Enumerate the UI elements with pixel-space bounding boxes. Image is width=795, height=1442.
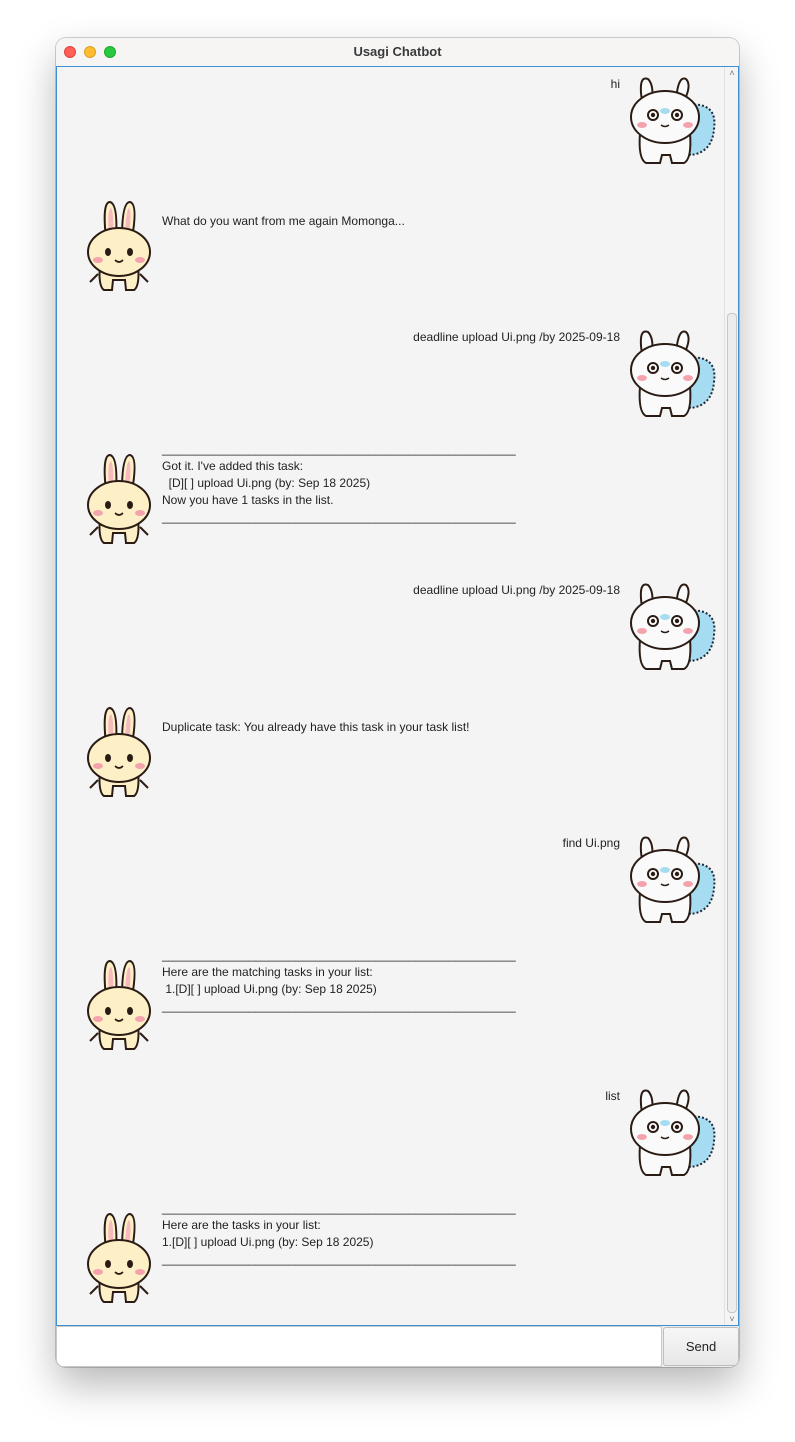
- bot-message-text: ________________________________________…: [162, 1200, 516, 1266]
- momonga-avatar-icon: [620, 71, 720, 167]
- scroll-up-arrow-icon[interactable]: ˄: [726, 67, 738, 79]
- message-input[interactable]: [56, 1326, 662, 1367]
- user-message-text: hi: [610, 77, 620, 91]
- bot-dialog-row: What do you want from me again Momonga..…: [57, 198, 724, 294]
- usagi-avatar-icon: [71, 451, 171, 547]
- momonga-avatar-icon: [620, 577, 720, 673]
- usagi-avatar-icon: [71, 957, 171, 1053]
- window-title: Usagi Chatbot: [353, 44, 442, 59]
- title-bar: Usagi Chatbot: [56, 38, 739, 67]
- bot-message-text: What do you want from me again Momonga..…: [162, 213, 405, 228]
- scroll-down-arrow-icon[interactable]: ˅: [726, 1313, 738, 1325]
- bot-dialog-row: ________________________________________…: [57, 948, 724, 1053]
- usagi-avatar-icon: [71, 198, 171, 294]
- momonga-avatar-icon: [620, 1083, 720, 1179]
- bot-message-text: ________________________________________…: [162, 947, 516, 1013]
- user-message-text: find Ui.png: [562, 836, 620, 850]
- user-message-text: deadline upload Ui.png /by 2025-09-18: [413, 583, 620, 597]
- vertical-scrollbar[interactable]: ˄ ˅: [724, 67, 738, 1325]
- user-dialog-row: deadline upload Ui.png /by 2025-09-18: [57, 577, 724, 673]
- momonga-avatar-icon: [620, 830, 720, 926]
- usagi-avatar-icon: [71, 1210, 171, 1306]
- user-dialog-row: deadline upload Ui.png /by 2025-09-18: [57, 324, 724, 420]
- user-message-text: list: [605, 1089, 620, 1103]
- bot-message-text: Duplicate task: You already have this ta…: [162, 719, 470, 734]
- user-message-text: deadline upload Ui.png /by 2025-09-18: [413, 330, 620, 344]
- chat-scroll-pane[interactable]: hi What do you want from me again Momonga…: [56, 66, 739, 1326]
- user-dialog-row: find Ui.png: [57, 830, 724, 926]
- bot-message-text: ________________________________________…: [162, 441, 516, 524]
- user-dialog-row: list: [57, 1083, 724, 1179]
- scrollbar-thumb[interactable]: [727, 313, 737, 1313]
- momonga-avatar-icon: [620, 324, 720, 420]
- user-dialog-row: hi: [57, 71, 724, 167]
- bot-dialog-row: ________________________________________…: [57, 1201, 724, 1306]
- usagi-avatar-icon: [71, 704, 171, 800]
- bot-dialog-row: ________________________________________…: [57, 442, 724, 547]
- bot-dialog-row: Duplicate task: You already have this ta…: [57, 704, 724, 800]
- input-bar: Send: [56, 1326, 739, 1367]
- app-window: Usagi Chatbot hi What do you want from me…: [56, 38, 739, 1367]
- send-button[interactable]: Send: [663, 1327, 739, 1366]
